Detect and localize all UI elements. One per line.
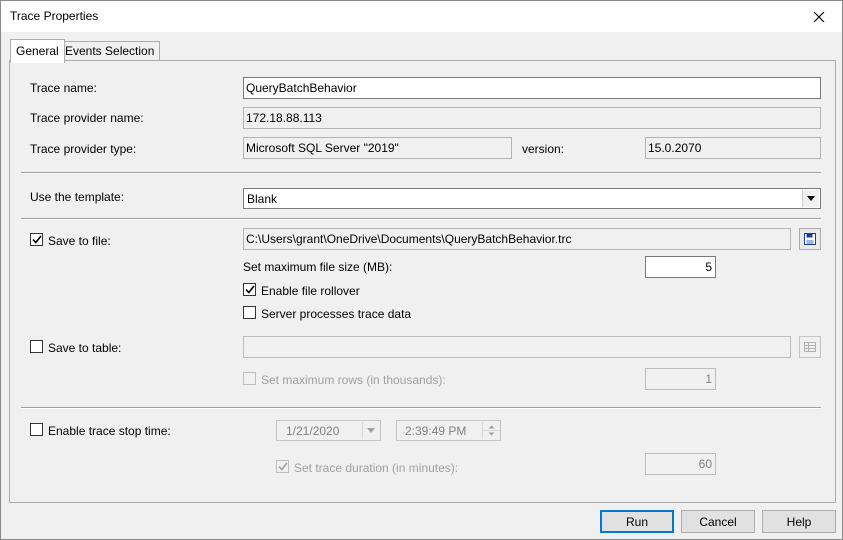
max-rows-label: Set maximum rows (in thousands):	[261, 373, 446, 387]
help-button-label: Help	[786, 514, 812, 529]
title-bar: Trace Properties	[1, 1, 842, 32]
dropdown-arrow-button[interactable]	[802, 190, 819, 207]
date-dropdown-button[interactable]	[362, 422, 379, 439]
separator-2	[21, 218, 821, 220]
tab-events-selection[interactable]: Events Selection	[59, 41, 161, 61]
close-button[interactable]	[796, 1, 842, 32]
duration-checkbox[interactable]	[276, 460, 289, 473]
provider-type-label: Trace provider type:	[30, 142, 137, 156]
template-label: Use the template:	[30, 190, 125, 204]
provider-type-field: Microsoft SQL Server "2019"	[243, 137, 512, 159]
max-file-size-input[interactable]: 5	[645, 256, 716, 278]
save-file-icon	[804, 233, 816, 245]
trace-name-input[interactable]: QueryBatchBehavior	[243, 77, 821, 99]
server-processes-label: Server processes trace data	[261, 307, 412, 321]
provider-name-label: Trace provider name:	[30, 111, 144, 125]
tab-events-selection-label: Events Selection	[65, 44, 155, 58]
run-button-label: Run	[625, 514, 648, 529]
save-to-table-label: Save to table:	[48, 341, 122, 355]
table-icon	[804, 342, 816, 352]
tab-general-label: General	[16, 44, 59, 58]
duration-input[interactable]: 60	[645, 453, 716, 475]
max-file-size-label: Set maximum file size (MB):	[243, 260, 393, 274]
stop-date-value: 1/21/2020	[286, 424, 340, 438]
window-title: Trace Properties	[10, 9, 99, 23]
stop-date-picker[interactable]: 1/21/2020	[276, 420, 381, 441]
enable-rollover-label: Enable file rollover	[261, 284, 360, 298]
run-button[interactable]: Run	[600, 510, 674, 533]
tab-general[interactable]: General	[10, 39, 65, 63]
version-field: 15.0.2070	[645, 137, 821, 159]
template-dropdown[interactable]: Blank	[243, 188, 821, 209]
max-rows-checkbox[interactable]	[243, 372, 256, 385]
template-selected-value: Blank	[247, 192, 278, 206]
table-name-field	[243, 336, 791, 358]
file-path-field: C:\Users\grant\OneDrive\Documents\QueryB…	[243, 228, 791, 250]
help-button[interactable]: Help	[762, 510, 836, 533]
chevron-down-icon	[807, 196, 815, 201]
max-rows-input[interactable]: 1	[645, 368, 716, 390]
browse-file-button[interactable]	[799, 228, 821, 250]
server-processes-checkbox[interactable]	[243, 306, 256, 319]
stop-time-spinner[interactable]: 2:39:49 PM	[396, 420, 501, 441]
separator-3	[21, 407, 821, 409]
version-label: version:	[522, 142, 565, 156]
chevron-down-icon	[367, 428, 375, 433]
duration-label: Set trace duration (in minutes):	[294, 461, 459, 475]
enable-stop-time-checkbox[interactable]	[30, 423, 43, 436]
cancel-button-label: Cancel	[699, 514, 737, 529]
trace-properties-dialog: Trace Properties General Events Selectio…	[0, 0, 843, 540]
browse-table-button[interactable]	[799, 336, 821, 358]
save-to-file-checkbox[interactable]	[30, 233, 43, 246]
save-to-table-checkbox[interactable]	[30, 340, 43, 353]
checkmark-icon	[31, 235, 42, 244]
enable-rollover-checkbox[interactable]	[243, 283, 256, 296]
separator-1	[21, 172, 821, 174]
trace-name-label: Trace name:	[30, 81, 97, 95]
checkmark-icon	[277, 462, 288, 471]
close-icon	[813, 11, 825, 22]
enable-stop-time-label: Enable trace stop time:	[48, 424, 171, 438]
save-to-file-label: Save to file:	[48, 234, 111, 248]
checkmark-icon	[244, 285, 255, 294]
cancel-button[interactable]: Cancel	[681, 510, 755, 533]
time-spin-buttons[interactable]	[482, 422, 500, 439]
stop-time-value: 2:39:49 PM	[405, 424, 467, 438]
spin-arrows-icon	[483, 425, 500, 436]
provider-name-field: 172.18.88.113	[243, 107, 821, 129]
